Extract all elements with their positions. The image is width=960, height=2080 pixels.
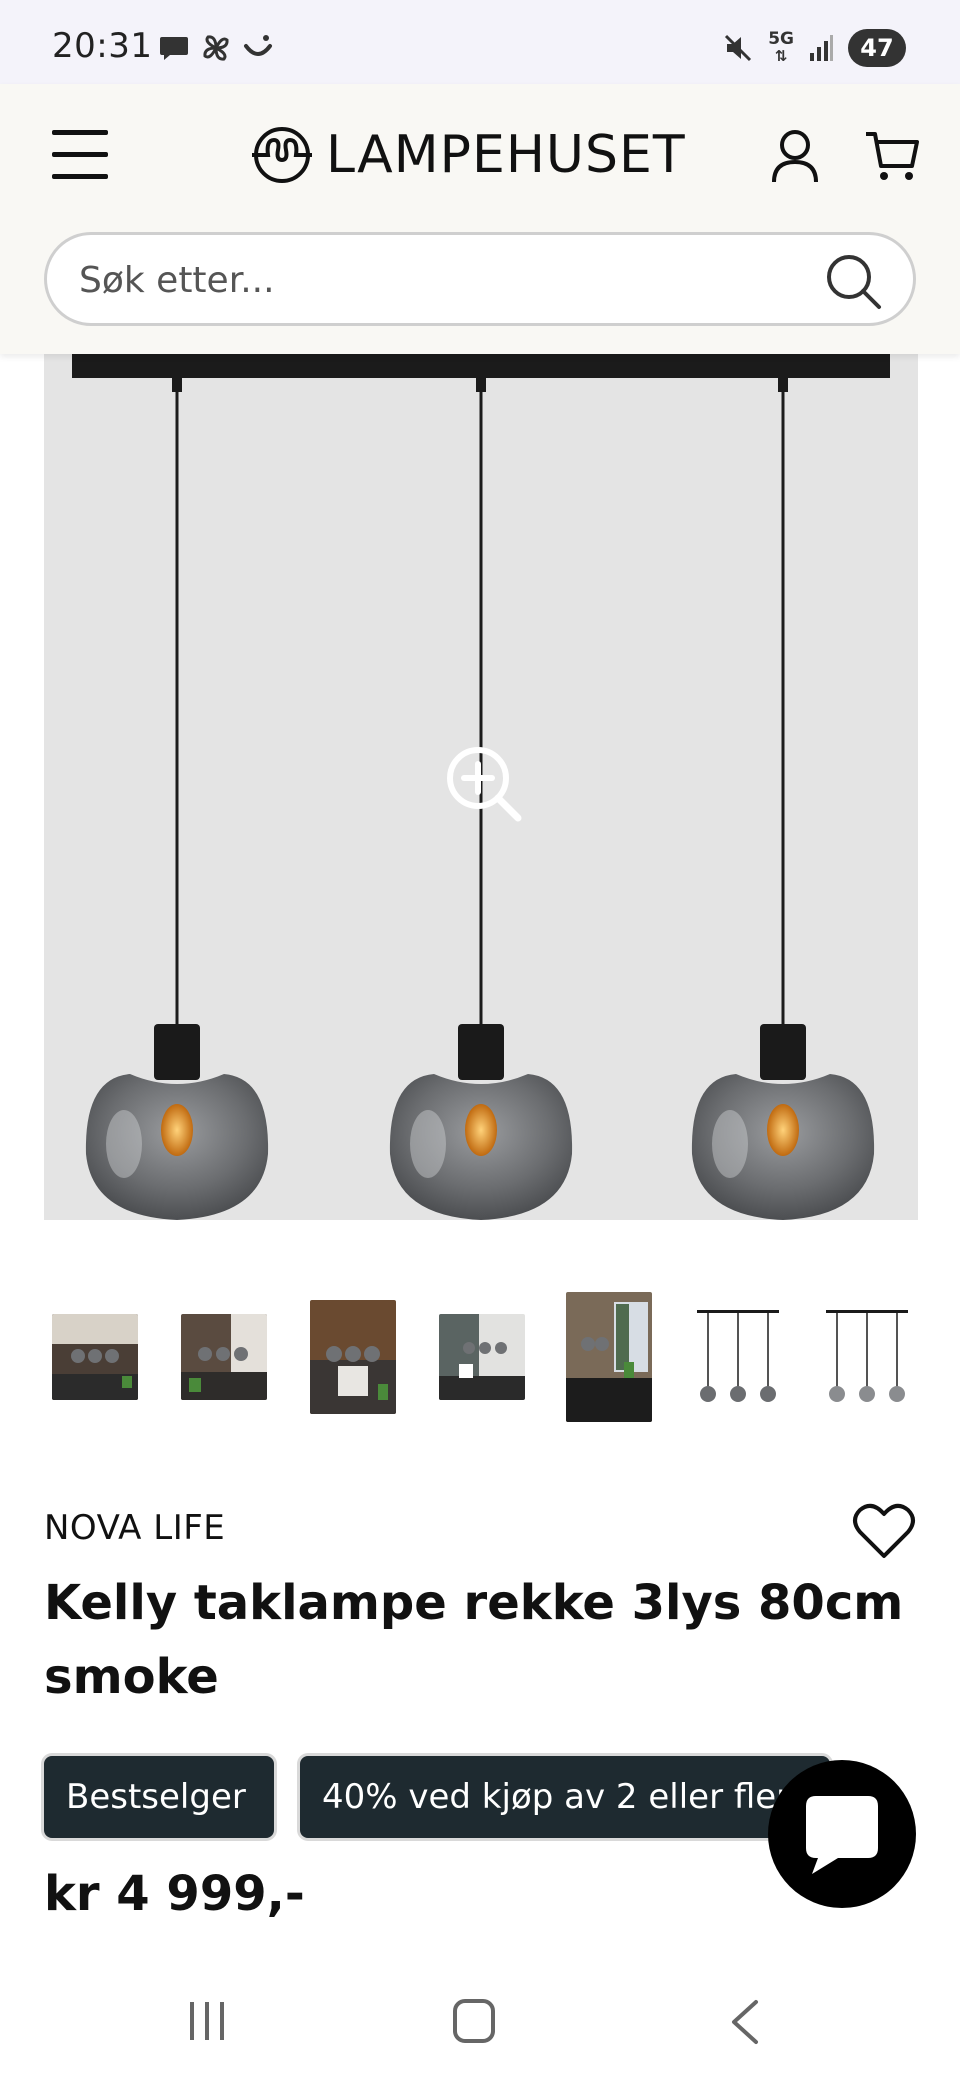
product-brand[interactable]: NOVA LIFE — [44, 1508, 225, 1548]
thumbnail-4[interactable] — [439, 1314, 525, 1400]
chat-button[interactable] — [768, 1760, 916, 1908]
network-label: 5G — [768, 29, 794, 49]
smile-icon — [244, 35, 272, 56]
chat-bubble-icon — [160, 37, 188, 60]
badge-bestseller: Bestselger — [44, 1756, 274, 1838]
back-icon[interactable] — [726, 1998, 762, 2046]
thumbnail-gallery — [52, 1292, 912, 1422]
recent-apps-icon[interactable] — [186, 2000, 228, 2042]
thumbnail-4-image — [439, 1314, 525, 1400]
zoom-in-icon[interactable] — [444, 744, 524, 824]
badge-discount: 40% ved kjøp av 2 eller flere — [300, 1756, 830, 1838]
status-bar: 20:31 5G ⇅ 47 — [0, 0, 960, 84]
heart-icon[interactable] — [852, 1500, 916, 1560]
thumbnail-5-selected[interactable] — [566, 1292, 652, 1422]
thumbnail-6[interactable] — [695, 1308, 781, 1406]
cart-icon[interactable] — [864, 128, 920, 184]
thumbnail-1[interactable] — [52, 1314, 138, 1400]
site-logo[interactable]: LAMPEHUSET — [248, 120, 686, 190]
home-icon[interactable] — [452, 1998, 496, 2044]
thumbnail-2-image — [181, 1314, 267, 1400]
chat-icon — [806, 1796, 878, 1874]
menu-icon[interactable] — [52, 130, 108, 180]
thumbnail-6-image — [695, 1308, 781, 1406]
search-bar[interactable] — [44, 232, 916, 326]
pinwheel-icon — [203, 35, 229, 61]
thumbnail-5-image — [566, 1292, 652, 1422]
site-header: LAMPEHUSET — [0, 84, 960, 354]
logo-bulb-icon — [252, 127, 312, 183]
5g-icon: 5G ⇅ — [768, 31, 794, 65]
thumbnail-1-image — [52, 1314, 138, 1400]
thumbnail-7-image — [824, 1308, 910, 1406]
status-notification-icons — [158, 30, 274, 66]
account-icon[interactable] — [770, 128, 820, 184]
product-main-image[interactable] — [44, 354, 918, 1220]
mute-icon — [725, 34, 752, 62]
status-time: 20:31 — [52, 26, 153, 66]
search-input[interactable] — [79, 257, 779, 303]
thumbnail-3[interactable] — [310, 1300, 396, 1414]
product-title: Kelly taklampe rekke 3lys 80cm smoke — [44, 1575, 904, 1705]
battery-indicator: 47 — [848, 29, 906, 67]
system-nav-bar — [0, 1960, 960, 2080]
thumbnail-3-image — [310, 1300, 396, 1414]
data-arrows-icon: ⇅ — [774, 47, 788, 65]
search-icon[interactable] — [825, 253, 883, 311]
thumbnail-7[interactable] — [824, 1308, 910, 1406]
logo-text: LAMPEHUSET — [326, 125, 686, 185]
product-price: kr 4 999,- — [44, 1866, 305, 1922]
thumbnail-2[interactable] — [181, 1314, 267, 1400]
signal-icon — [810, 35, 833, 61]
status-system-icons: 5G ⇅ 47 — [722, 28, 906, 68]
